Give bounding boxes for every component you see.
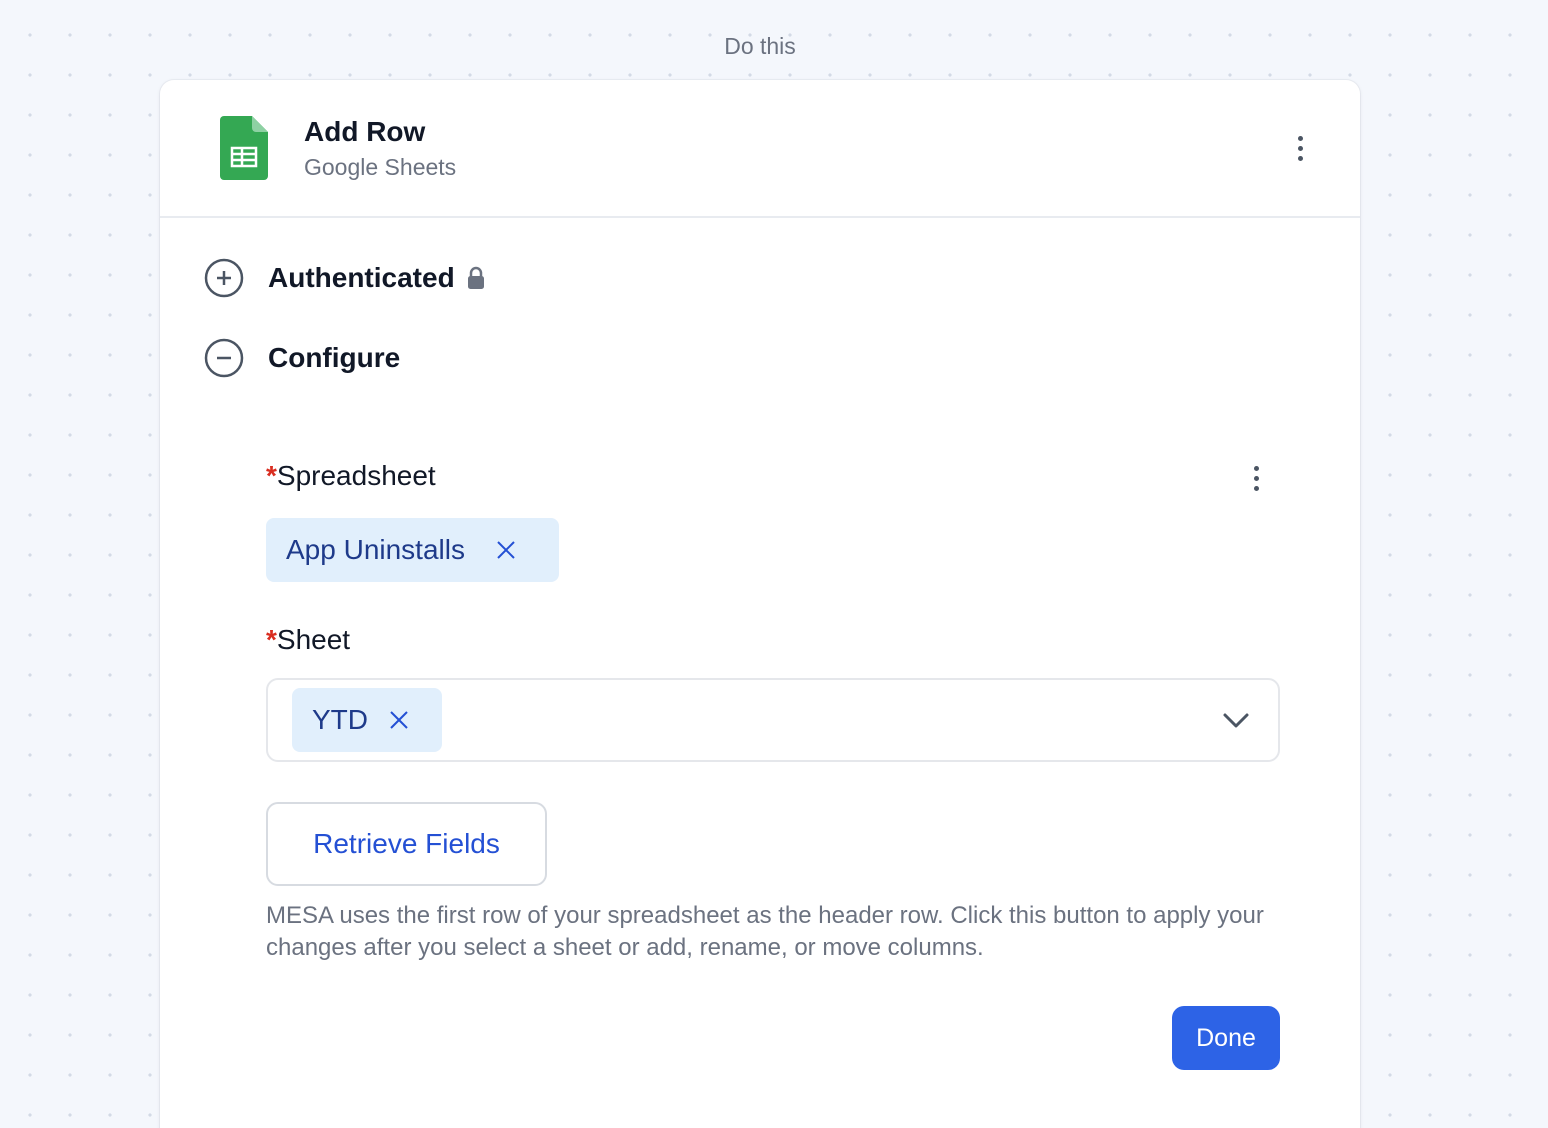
step-label: Do this: [724, 33, 796, 59]
retrieve-help-text: MESA uses the first row of your spreadsh…: [266, 902, 1264, 961]
step-more-options-icon[interactable]: [1288, 128, 1312, 168]
sheet-value-chip: YTD: [292, 688, 442, 752]
section-configure[interactable]: Configure: [204, 338, 400, 378]
section-label-authenticated: Authenticated: [268, 262, 455, 293]
done-button[interactable]: Done: [1172, 1006, 1280, 1070]
spreadsheet-label-text: Spreadsheet: [276, 460, 436, 491]
sheet-label: *Sheet: [266, 624, 350, 656]
spreadsheet-value-chip: App Uninstalls: [266, 518, 559, 582]
app-name: Google Sheets: [304, 154, 457, 180]
section-authenticated[interactable]: Authenticated: [204, 258, 485, 298]
required-asterisk: *: [266, 460, 277, 491]
section-label-configure: Configure: [268, 342, 401, 373]
close-icon[interactable]: [388, 709, 410, 731]
minus-circle-icon[interactable]: [204, 338, 244, 378]
close-icon[interactable]: [495, 539, 517, 561]
plus-circle-icon[interactable]: [204, 258, 244, 298]
retrieve-fields-button[interactable]: Retrieve Fields: [266, 802, 547, 886]
spreadsheet-label: *Spreadsheet: [266, 460, 436, 492]
sheet-select[interactable]: YTD: [266, 678, 1280, 762]
sheet-value: YTD: [312, 704, 368, 735]
step-card: Add Row Google Sheets Authenticated Conf…: [160, 80, 1360, 1128]
sheet-label-text: Sheet: [276, 624, 351, 655]
chevron-down-icon[interactable]: [1222, 708, 1250, 732]
lock-icon: [467, 266, 484, 289]
required-asterisk: *: [266, 624, 277, 655]
card-header: Add Row Google Sheets: [160, 80, 1360, 218]
spreadsheet-more-options-icon[interactable]: [1244, 458, 1268, 498]
step-title: Add Row: [304, 116, 426, 147]
google-sheets-icon: [220, 116, 268, 180]
spreadsheet-value: App Uninstalls: [286, 534, 465, 565]
